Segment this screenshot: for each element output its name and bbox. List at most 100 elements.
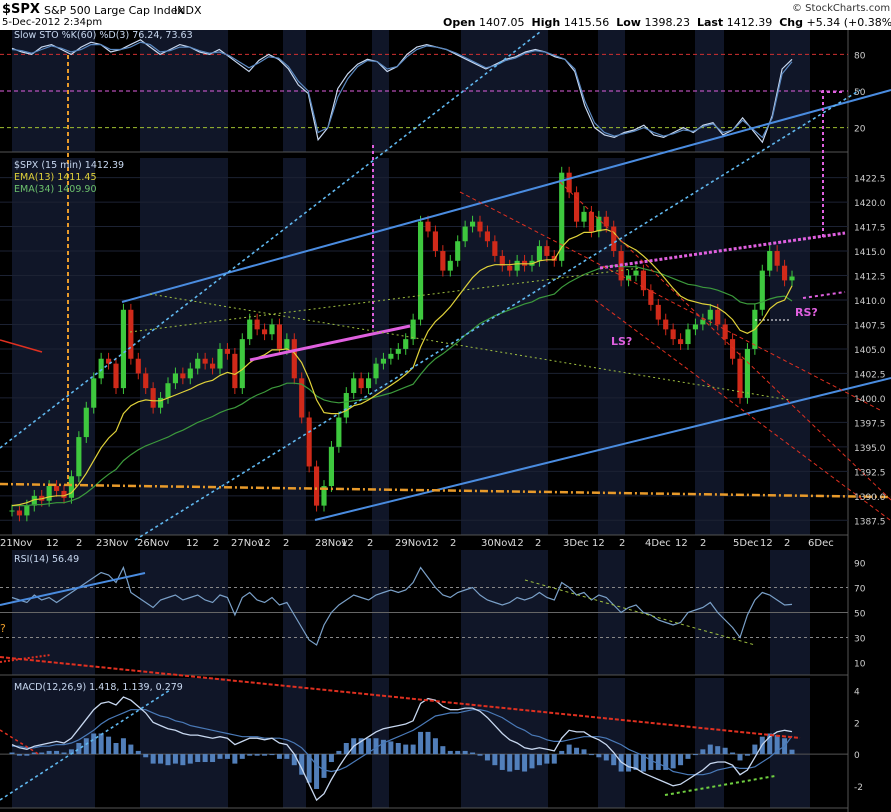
- x-tick-label: 2: [700, 538, 706, 549]
- chart-canvas: 8050201422.51420.01417.51415.01412.51410…: [0, 0, 891, 812]
- candle-body: [715, 309, 721, 325]
- candle-body: [343, 393, 349, 418]
- candle-body: [425, 221, 431, 232]
- price-y-tick: 1417.5: [854, 224, 886, 234]
- price-y-tick: 1395.0: [854, 444, 886, 454]
- candle-body: [365, 378, 372, 389]
- macd-histogram-bar: [626, 754, 632, 772]
- ohlc-readout: Open 1407.05 High 1415.56 Low 1398.23 La…: [443, 16, 891, 29]
- candle-body: [328, 446, 335, 487]
- x-tick-label: 2: [283, 538, 289, 549]
- price-y-tick: 1420.0: [854, 199, 886, 209]
- candle-body: [573, 192, 580, 222]
- ema13-legend: EMA(13) 1411.45: [14, 172, 97, 183]
- price-y-tick: 1392.5: [854, 468, 886, 478]
- candle-body: [588, 211, 595, 232]
- candle-body: [284, 339, 290, 349]
- macd-legend: MACD(12,26,9) 1.418, 1.139, 0.279: [14, 682, 183, 693]
- candle-body: [76, 437, 82, 477]
- macd-histogram-bar: [321, 754, 327, 778]
- macd-histogram-bar: [499, 754, 505, 770]
- session-band: [372, 158, 389, 535]
- macd-histogram-bar: [106, 736, 112, 755]
- x-tick-label: 2: [784, 538, 790, 549]
- price-y-tick: 1405.0: [854, 346, 886, 356]
- macd-histogram-bar: [254, 754, 260, 756]
- candle-body: [187, 368, 193, 379]
- macd-histogram-bar: [247, 754, 253, 756]
- candle-body: [447, 260, 453, 271]
- candle-body: [417, 221, 424, 320]
- macd-histogram-bar: [685, 754, 691, 759]
- session-band: [695, 678, 724, 808]
- macd-histogram-bar: [120, 738, 126, 755]
- macd-histogram-bar: [507, 754, 513, 772]
- macd-histogram-bar: [737, 754, 743, 761]
- candle-body: [98, 358, 104, 379]
- price-y-tick: 1412.5: [854, 273, 886, 283]
- candle-body: [388, 353, 394, 359]
- macd-histogram-bar: [128, 744, 134, 755]
- macd-histogram-bar: [492, 754, 498, 766]
- candle-body: [380, 358, 387, 364]
- macd-histogram-bar: [113, 743, 119, 755]
- candle-body: [113, 363, 119, 389]
- candle-body: [484, 231, 491, 242]
- macd-histogram-bar: [158, 754, 164, 764]
- macd-histogram-bar: [91, 733, 97, 755]
- x-tick-label: 12: [341, 538, 354, 549]
- candle-body: [722, 324, 728, 340]
- macd-histogram-bar: [581, 749, 587, 755]
- price-y-tick: 1407.5: [854, 321, 886, 331]
- price-y-tick: 1390.0: [854, 493, 886, 503]
- macd-histogram-bar: [447, 750, 453, 755]
- candle-body: [358, 378, 364, 389]
- session-band: [598, 678, 625, 808]
- macd-histogram-bar: [789, 749, 795, 755]
- macd-histogram-bar: [574, 747, 580, 755]
- candle-body: [157, 397, 164, 408]
- macd-histogram-bar: [262, 754, 268, 756]
- macd-histogram-bar: [16, 754, 22, 756]
- macd-histogram-bar: [284, 754, 290, 759]
- x-tick-label: 30Nov: [481, 538, 513, 549]
- candle-body: [692, 324, 699, 330]
- candle-body: [462, 226, 468, 242]
- macd-histogram-bar: [403, 744, 409, 755]
- x-tick-label: 12: [258, 538, 271, 549]
- macd-histogram-bar: [707, 744, 713, 755]
- macd-y-tick: 2: [854, 719, 860, 729]
- macd-y-tick: -2: [854, 783, 863, 793]
- macd-histogram-bar: [410, 744, 416, 755]
- candle-body: [180, 373, 186, 379]
- macd-histogram-bar: [143, 754, 149, 758]
- macd-histogram-bar: [54, 750, 60, 755]
- macd-histogram-bar: [692, 754, 698, 756]
- macd-histogram-bar: [232, 754, 238, 764]
- price-y-tick: 1400.0: [854, 395, 886, 405]
- macd-histogram-bar: [180, 754, 186, 766]
- sto-legend: Slow STO %K(60) %D(3) 76.24, 73.63: [14, 30, 193, 41]
- candle-body: [128, 309, 134, 359]
- x-tick-label: 2: [450, 538, 456, 549]
- candle-body: [789, 276, 795, 281]
- x-tick-label: 3Dec: [563, 538, 589, 549]
- candle-body: [581, 211, 587, 222]
- candle-body: [261, 329, 268, 335]
- exchange-label: INDX: [174, 4, 202, 17]
- index-name: S&P 500 Large Cap Index: [44, 4, 184, 17]
- candle-body: [351, 378, 357, 394]
- candle-body: [24, 505, 30, 516]
- macd-histogram-bar: [187, 754, 193, 764]
- candle-body: [395, 348, 401, 354]
- candle-body: [61, 490, 67, 498]
- x-tick-label: 2: [535, 538, 541, 549]
- macd-histogram-bar: [98, 733, 104, 755]
- candle-body: [143, 373, 149, 389]
- candle-body: [247, 319, 253, 340]
- price-y-tick: 1415.0: [854, 248, 886, 258]
- rsi-y-tick: 10: [854, 660, 866, 670]
- price-y-tick: 1402.5: [854, 370, 886, 380]
- price-legend: $SPX (15 min) 1412.39: [14, 160, 124, 171]
- macd-histogram-bar: [484, 754, 490, 761]
